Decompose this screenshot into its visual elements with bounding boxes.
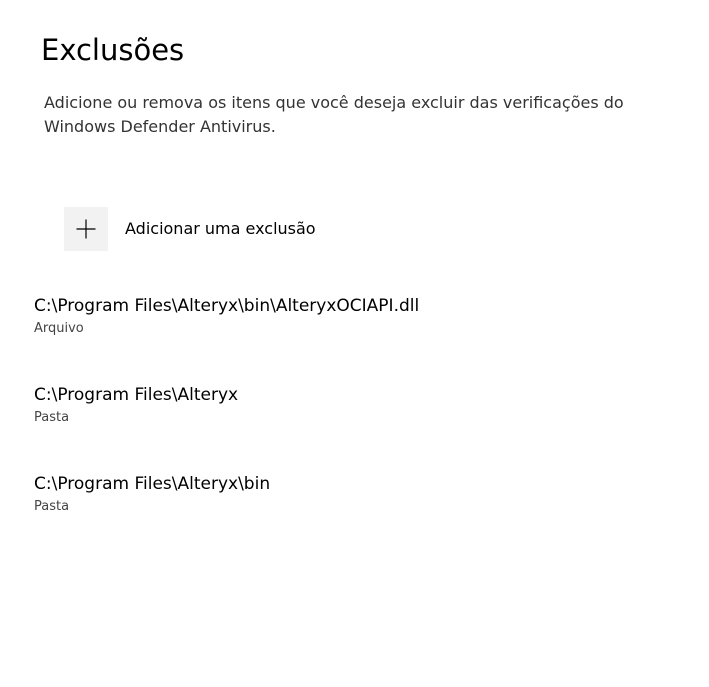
page-description: Adicione ou remova os itens que você des… bbox=[44, 93, 624, 136]
exclusion-item[interactable]: C:\Program Files\Alteryx Pasta bbox=[34, 382, 674, 471]
add-exclusion-button[interactable]: Adicionar uma exclusão bbox=[64, 206, 316, 251]
exclusion-item[interactable]: C:\Program Files\Alteryx\bin\AlteryxOCIA… bbox=[34, 293, 674, 382]
exclusion-list: C:\Program Files\Alteryx\bin\AlteryxOCIA… bbox=[34, 293, 674, 560]
exclusion-path: C:\Program Files\Alteryx bbox=[34, 385, 239, 405]
exclusion-item[interactable]: C:\Program Files\Alteryx\bin Pasta bbox=[34, 471, 674, 560]
add-exclusion-tile[interactable] bbox=[64, 206, 108, 251]
exclusion-type: Arquivo bbox=[34, 321, 84, 336]
plus-icon bbox=[76, 219, 96, 238]
exclusion-path: C:\Program Files\Alteryx\bin\AlteryxOCIA… bbox=[34, 296, 420, 316]
add-exclusion-label: Adicionar uma exclusão bbox=[125, 219, 316, 238]
exclusion-type: Pasta bbox=[34, 499, 70, 514]
exclusion-path: C:\Program Files\Alteryx\bin bbox=[34, 474, 271, 494]
exclusions-page: Exclusões Adicione ou remova os itens qu… bbox=[0, 0, 709, 687]
page-title: Exclusões bbox=[41, 33, 185, 67]
exclusion-type: Pasta bbox=[34, 410, 70, 425]
